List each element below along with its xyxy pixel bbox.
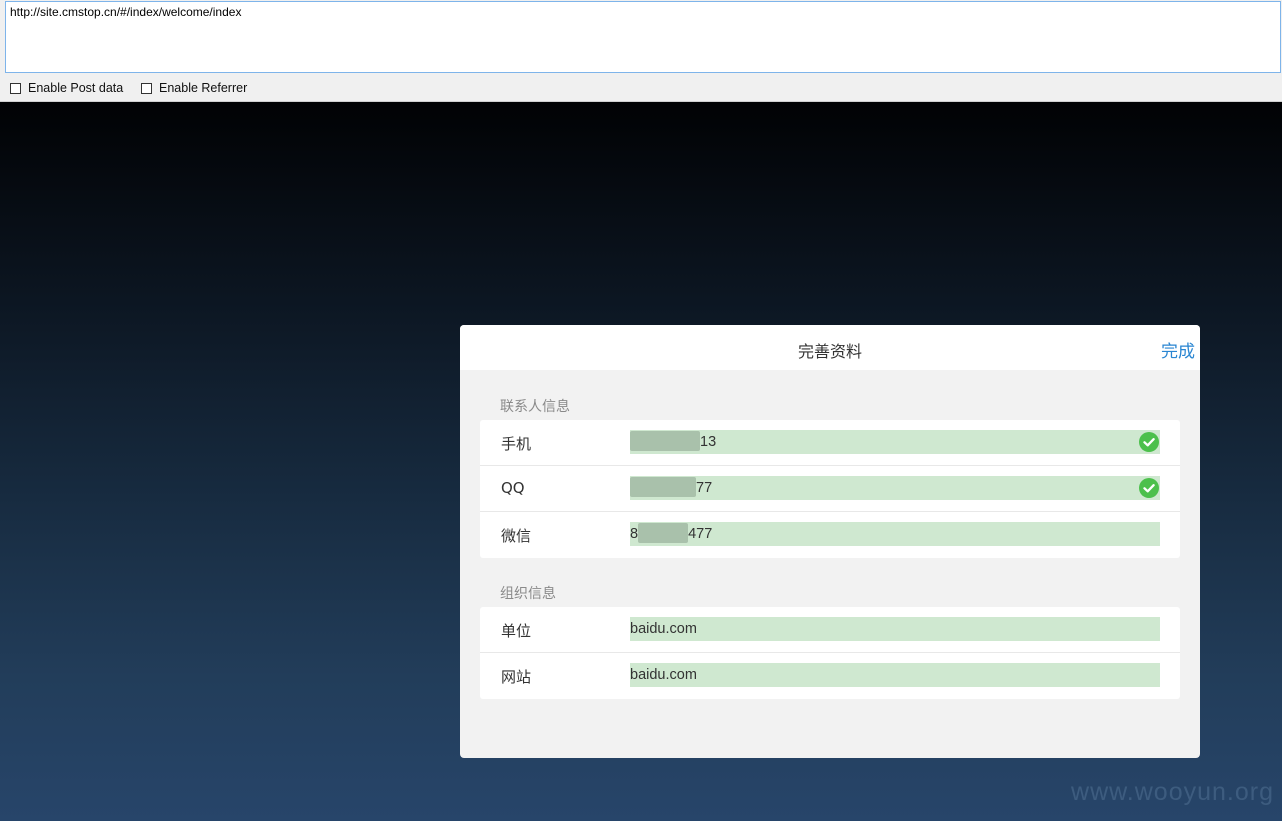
redacted-value xyxy=(630,430,700,451)
contact-info-group: 手机 13 QQ 77 微信 8 477 xyxy=(480,420,1180,558)
wechat-row: 微信 8 477 xyxy=(480,512,1180,558)
qq-value-suffix: 77 xyxy=(696,480,713,496)
complete-profile-dialog: 完善资料 完成 联系人信息 手机 13 QQ 77 微信 8 477 组织信息 … xyxy=(460,325,1200,758)
org-info-group: 单位 baidu.com 网站 baidu.com xyxy=(480,607,1180,699)
dialog-title: 完善资料 xyxy=(797,342,862,361)
redacted-value xyxy=(630,476,696,497)
redacted-value xyxy=(638,522,689,543)
phone-input[interactable]: 13 xyxy=(630,430,1160,454)
qq-row: QQ 77 xyxy=(480,466,1180,512)
enable-referrer-checkbox[interactable]: Enable Referrer xyxy=(141,81,247,95)
wechat-label: 微信 xyxy=(501,527,532,545)
dialog-header: 完善资料 完成 xyxy=(460,325,1200,370)
website-row: 网站 baidu.com xyxy=(480,653,1180,699)
phone-label: 手机 xyxy=(501,435,532,453)
watermark-text: www.wooyun.org xyxy=(1071,778,1274,806)
company-label: 单位 xyxy=(501,622,532,640)
enable-referrer-label: Enable Referrer xyxy=(159,81,248,95)
website-label: 网站 xyxy=(501,668,532,686)
wechat-value-suffix: 477 xyxy=(688,526,713,542)
org-section-title: 组织信息 xyxy=(500,586,556,602)
page-viewport: 完善资料 完成 联系人信息 手机 13 QQ 77 微信 8 477 组织信息 … xyxy=(0,102,1282,821)
checkbox-box[interactable] xyxy=(141,82,152,94)
check-circle-icon xyxy=(1139,432,1159,452)
qq-input[interactable]: 77 xyxy=(630,476,1160,500)
url-input[interactable]: http://site.cmstop.cn/#/index/welcome/in… xyxy=(5,1,1281,73)
qq-label: QQ xyxy=(501,479,525,497)
phone-value-suffix: 13 xyxy=(700,434,717,450)
contact-section-title: 联系人信息 xyxy=(500,399,570,415)
hackbar-toolbar: http://site.cmstop.cn/#/index/welcome/in… xyxy=(0,0,1282,102)
phone-row: 手机 13 xyxy=(480,420,1180,466)
company-row: 单位 baidu.com xyxy=(480,607,1180,653)
checkbox-box[interactable] xyxy=(10,82,21,94)
website-input[interactable]: baidu.com xyxy=(630,663,1160,687)
done-button[interactable]: 完成 xyxy=(1161,337,1195,362)
wechat-input[interactable]: 8 477 xyxy=(630,522,1160,546)
check-circle-icon xyxy=(1139,478,1159,498)
enable-post-data-label: Enable Post data xyxy=(28,81,124,95)
company-input[interactable]: baidu.com xyxy=(630,617,1160,641)
enable-post-data-checkbox[interactable]: Enable Post data xyxy=(10,81,123,95)
wechat-value-prefix: 8 xyxy=(630,526,639,542)
